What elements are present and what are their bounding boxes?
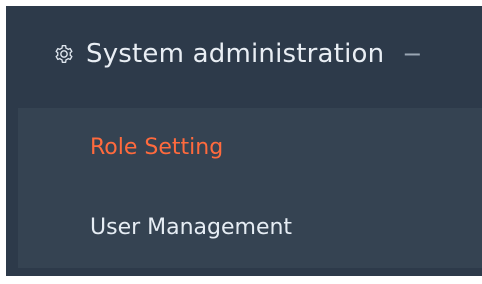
sidebar-menu: System administration − Role Setting Use… xyxy=(6,6,482,276)
menu-group-label: System administration xyxy=(86,39,385,69)
menu-group-system-administration[interactable]: System administration − xyxy=(6,6,482,102)
collapse-icon[interactable]: − xyxy=(402,42,422,66)
screen-frame: System administration − Role Setting Use… xyxy=(0,0,482,284)
menu-item-role-setting[interactable]: Role Setting xyxy=(18,108,482,188)
menu-item-label: User Management xyxy=(90,215,293,240)
menu-item-user-management[interactable]: User Management xyxy=(18,188,482,268)
gear-icon xyxy=(55,45,73,63)
menu-item-label: Role Setting xyxy=(90,135,224,160)
submenu: Role Setting User Management xyxy=(18,108,482,268)
